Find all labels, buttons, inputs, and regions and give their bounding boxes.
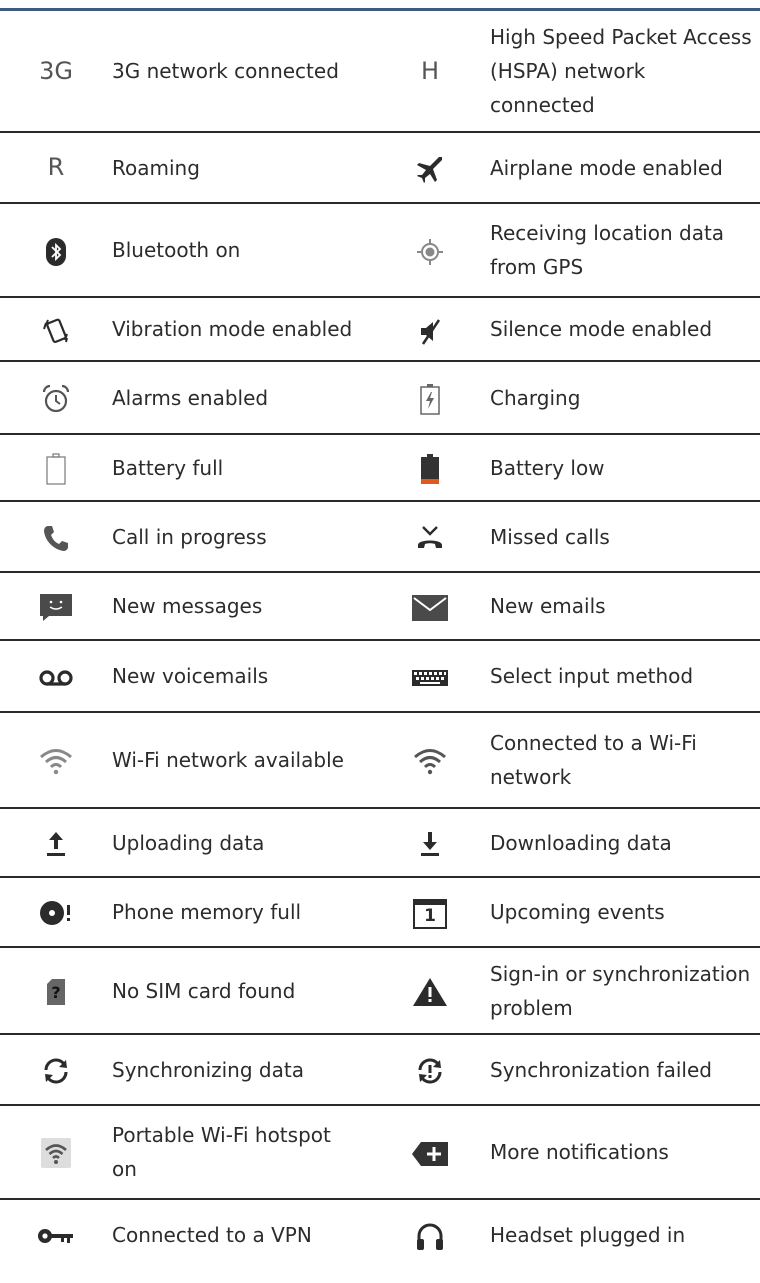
table-row: Vibration mode enabled Silence mode enab…: [0, 297, 760, 361]
download-icon: [370, 808, 490, 877]
missed-call-icon: [370, 501, 490, 572]
table-row: 3G 3G network connected H High Speed Pac…: [0, 11, 760, 132]
gps-icon: [370, 203, 490, 297]
table-row: Phone memory full 1 Upcoming events: [0, 877, 760, 947]
upload-icon: [0, 808, 112, 877]
row-description-left: No SIM card found: [112, 978, 296, 1003]
row-description-left: Battery full: [112, 455, 224, 480]
calendar-icon: 1: [370, 877, 490, 947]
table-row: Alarms enabled Charging: [0, 361, 760, 434]
row-description-right: Downloading data: [490, 830, 672, 855]
row-description-left: Bluetooth on: [112, 238, 241, 262]
row-description-right: Charging: [490, 385, 581, 410]
row-description-right: Airplane mode enabled: [490, 155, 723, 180]
table-row: Call in progress Missed calls: [0, 501, 760, 572]
3g-text-icon: 3G: [39, 56, 73, 85]
sync-icon: [0, 1034, 112, 1105]
row-description-left: Wi-Fi network available: [112, 748, 344, 772]
table-row: R Roaming Airplane mode enabled: [0, 132, 760, 203]
row-description-right: High Speed Packet Access (HSPA) network …: [490, 25, 752, 117]
row-description-right: Connected to a Wi-Fi network: [490, 731, 697, 789]
wifi-connected-icon: [370, 712, 490, 808]
voicemail-icon: [0, 640, 112, 712]
table-row: New voicemails Select input method: [0, 640, 760, 712]
vpn-key-icon: [0, 1199, 112, 1269]
table-row: Connected to a VPN Headset plugged in: [0, 1199, 760, 1269]
no-sim-icon: ?: [0, 947, 112, 1034]
battery-low-icon: [370, 434, 490, 501]
row-description-right: Battery low: [490, 455, 605, 480]
row-description-left: Uploading data: [112, 830, 265, 855]
h-text-icon: H: [420, 56, 440, 85]
row-description-left: Phone memory full: [112, 900, 302, 924]
row-description-right: Silence mode enabled: [490, 317, 713, 341]
table-row: ? No SIM card found Sign-in or synchroni…: [0, 947, 760, 1034]
row-description-left: Vibration mode enabled: [112, 317, 353, 341]
more-notifications-icon: [370, 1105, 490, 1199]
table-row: Wi-Fi network available Connected to a W…: [0, 712, 760, 808]
row-description-right: More notifications: [490, 1140, 669, 1164]
row-description-right: Upcoming events: [490, 900, 665, 924]
row-description-left: 3G network connected: [112, 59, 339, 83]
sync-failed-icon: [370, 1034, 490, 1105]
memory-full-icon: [0, 877, 112, 947]
row-description-left: New messages: [112, 594, 263, 618]
table-row: Portable Wi-Fi hotspot on More notificat…: [0, 1105, 760, 1199]
row-description-right: Select input method: [490, 664, 694, 688]
row-description-left: Portable Wi-Fi hotspot on: [112, 1123, 331, 1181]
headset-icon: [370, 1199, 490, 1269]
phone-call-icon: [0, 501, 112, 572]
silent-icon: [370, 297, 490, 361]
vibration-icon: [0, 297, 112, 361]
table-row: Synchronizing data Synchronization faile…: [0, 1034, 760, 1105]
row-description-left: Connected to a VPN: [112, 1222, 312, 1247]
status-icons-table: 3G 3G network connected H High Speed Pac…: [0, 11, 760, 1269]
airplane-icon: [370, 132, 490, 203]
row-description-right: Missed calls: [490, 524, 610, 549]
charging-icon: [370, 361, 490, 434]
row-description-right: Receiving location data from GPS: [490, 221, 725, 279]
table-row: Battery full Battery low: [0, 434, 760, 501]
row-description-right: New emails: [490, 594, 606, 618]
table-row: New messages New emails: [0, 572, 760, 640]
email-icon: [370, 572, 490, 640]
keyboard-icon: [370, 640, 490, 712]
wifi-available-icon: [0, 712, 112, 808]
row-description-right: Headset plugged in: [490, 1222, 686, 1247]
row-description-left: Call in progress: [112, 524, 267, 549]
hotspot-icon: [0, 1105, 112, 1199]
row-description-left: Alarms enabled: [112, 385, 269, 410]
warning-icon: [370, 947, 490, 1034]
message-icon: [0, 572, 112, 640]
row-description-left: Roaming: [112, 155, 200, 180]
row-description-right: Synchronization failed: [490, 1057, 712, 1082]
alarm-icon: [0, 361, 112, 434]
table-row: Uploading data Downloading data: [0, 808, 760, 877]
row-description-left: New voicemails: [112, 664, 269, 688]
row-description-left: Synchronizing data: [112, 1057, 304, 1082]
row-description-right: Sign-in or synchronization problem: [490, 961, 751, 1020]
bluetooth-icon: [0, 203, 112, 297]
table-row: Bluetooth on Receiving location data fro…: [0, 203, 760, 297]
battery-full-icon: [0, 434, 112, 501]
r-text-icon: R: [47, 153, 65, 181]
